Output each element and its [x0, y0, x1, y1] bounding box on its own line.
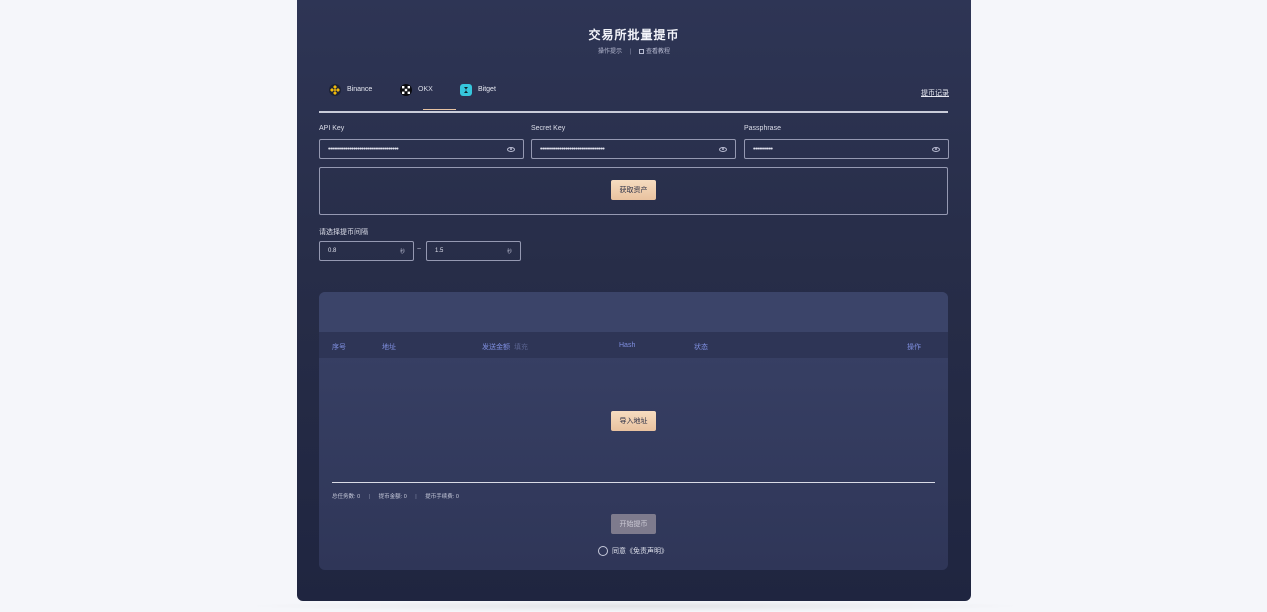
column-status: 状态 [694, 344, 708, 351]
okx-icon [400, 84, 412, 96]
interval-min-input[interactable]: 0.8 秒 [319, 241, 414, 261]
api-key-label: API Key [319, 125, 345, 132]
divider: | [368, 494, 371, 500]
column-index: 序号 [332, 344, 346, 351]
passphrase-value: •••••••••• [753, 145, 773, 153]
divider: | [629, 49, 632, 55]
agree-radio[interactable] [598, 546, 608, 556]
api-key-value: •••••••••••••••••••••••••••••••••••• [328, 145, 399, 153]
page-title: 交易所批量提币 [588, 28, 680, 42]
column-amount-label: 发送金额 [482, 344, 510, 351]
withdraw-amount-label: 提币金额: [378, 494, 403, 500]
tab-label: Binance [347, 86, 373, 93]
passphrase-label: Passphrase [744, 125, 781, 132]
secret-key-label: Secret Key [531, 125, 566, 132]
column-amount: 发送金额 填充 [482, 342, 528, 352]
api-key-field[interactable]: •••••••••••••••••••••••••••••••••••• [319, 139, 524, 159]
panel-shadow [240, 600, 1030, 612]
divider: | [415, 494, 417, 500]
header-links: 操作提示 | 查看教程 [297, 46, 971, 55]
column-actions: 操作 [907, 344, 921, 351]
tab-label: Bitget [478, 86, 496, 93]
column-address: 地址 [382, 344, 396, 351]
tab-bitget[interactable]: Bitget [460, 82, 496, 112]
fill-amount-link[interactable]: 填充 [514, 344, 528, 351]
interval-max-input[interactable]: 1.5 秒 [426, 241, 521, 261]
total-tasks-label: 总任务数: [332, 494, 356, 500]
withdraw-panel: 交易所批量提币 操作提示 | 查看教程 Binance OKX Bitget 提… [297, 0, 971, 601]
get-assets-button[interactable]: 获取资产 [611, 180, 656, 200]
seconds-unit: 秒 [506, 248, 512, 255]
interval-min-value: 0.8 [328, 248, 337, 254]
tab-binance[interactable]: Binance [329, 82, 372, 112]
tutorial-link[interactable]: 查看教程 [646, 49, 670, 55]
secret-key-value: ••••••••••••••••••••••••••••••••• [540, 145, 605, 153]
tab-okx[interactable]: OKX [400, 82, 433, 112]
import-address-button[interactable]: 导入地址 [611, 411, 656, 431]
asset-box: 获取资产 [319, 167, 948, 215]
table-header: 序号 地址 发送金额 填充 Hash 状态 操作 [319, 332, 948, 358]
summary-stats: 总任务数: 0 | 提币金额: 0 | 提币手续费: 0 [332, 492, 459, 500]
fee-label: 提币手续费: [425, 494, 455, 500]
start-withdraw-button[interactable]: 开始提币 [611, 514, 656, 534]
agreement-label[interactable]: 同意《免责声明》 [612, 546, 668, 556]
tutorial-icon [638, 48, 644, 54]
eye-icon[interactable] [932, 146, 940, 152]
agreement[interactable]: 同意《免责声明》 [598, 546, 668, 556]
withdraw-amount-value: 0 [403, 494, 407, 500]
withdraw-records-link[interactable]: 提币记录 [921, 88, 949, 98]
tab-label: OKX [418, 86, 433, 93]
passphrase-field[interactable]: •••••••••• [744, 139, 949, 159]
interval-label: 请选择提币间隔 [319, 229, 368, 236]
binance-icon [329, 84, 341, 96]
tabs-divider [319, 111, 948, 113]
card-header [319, 292, 948, 332]
eye-icon[interactable] [507, 146, 515, 152]
bitget-icon [460, 84, 472, 96]
table-divider [332, 482, 935, 483]
seconds-unit: 秒 [399, 248, 405, 255]
interval-separator: ~ [417, 246, 422, 253]
eye-icon[interactable] [719, 146, 727, 152]
column-hash: Hash [619, 342, 636, 349]
interval-max-value: 1.5 [435, 248, 444, 254]
fee-value: 0 [455, 494, 459, 500]
secret-key-field[interactable]: ••••••••••••••••••••••••••••••••• [531, 139, 736, 159]
total-tasks-value: 0 [357, 494, 361, 500]
active-tab-indicator [423, 109, 456, 110]
operation-hint-link[interactable]: 操作提示 [598, 49, 622, 55]
exchange-tabs: Binance OKX Bitget [319, 82, 948, 112]
address-table-card: 序号 地址 发送金额 填充 Hash 状态 操作 导入地址 总任务数: 0 | 提… [319, 292, 948, 570]
